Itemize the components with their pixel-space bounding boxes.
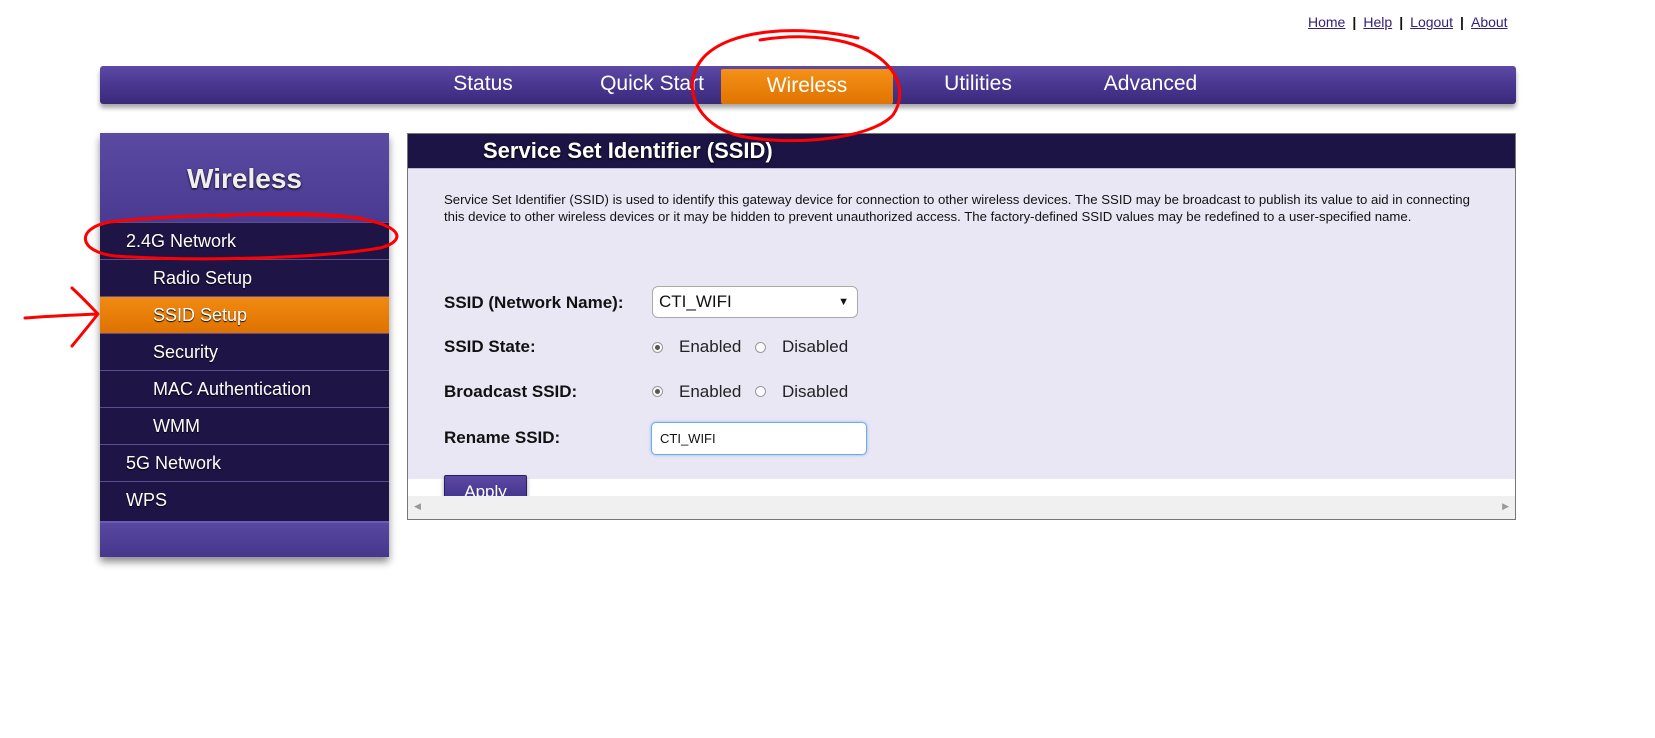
sidebar-item-2-4g-network[interactable]: 2.4G Network (100, 222, 389, 259)
ssid-label: SSID (Network Name): (444, 293, 624, 312)
main-nav: Status Quick Start Wireless Utilities Ad… (100, 66, 1516, 104)
tab-status[interactable]: Status (400, 66, 566, 104)
sidebar-item-wmm[interactable]: WMM (100, 407, 389, 444)
ssid-setup-arrow-annotation (23, 286, 100, 348)
rename-ssid-label: Rename SSID: (444, 428, 561, 447)
separator: | (1460, 14, 1464, 30)
ssid-state-disabled-label: Disabled (782, 337, 849, 356)
ssid-state-disabled-radio[interactable] (755, 342, 766, 353)
panel-title: Service Set Identifier (SSID) (408, 134, 1515, 168)
logout-link[interactable]: Logout (1410, 14, 1453, 30)
sidebar-footer (100, 521, 389, 557)
horizontal-scrollbar[interactable]: ◀ ▶ (408, 496, 1515, 519)
about-link[interactable]: About (1471, 14, 1508, 30)
scroll-left-icon[interactable]: ◀ (414, 501, 421, 512)
rename-ssid-input[interactable]: CTI_WIFI (651, 422, 867, 455)
sidebar-item-mac-authentication[interactable]: MAC Authentication (100, 370, 389, 407)
sidebar-item-ssid-setup[interactable]: SSID Setup (100, 296, 389, 333)
dropdown-arrow-icon: ▼ (838, 296, 849, 308)
top-links: Home | Help | Logout | About (1308, 14, 1508, 30)
broadcast-enabled-radio[interactable] (652, 386, 663, 397)
separator: | (1352, 14, 1357, 30)
ssid-state-enabled-radio[interactable] (652, 342, 663, 353)
help-link[interactable]: Help (1363, 14, 1392, 30)
broadcast-disabled-label: Disabled (782, 382, 849, 401)
content-panel: Service Set Identifier (SSID) Service Se… (407, 133, 1516, 520)
ssid-description: Service Set Identifier (SSID) is used to… (444, 192, 1470, 224)
broadcast-enabled-label: Enabled (679, 382, 742, 401)
broadcast-ssid-label: Broadcast SSID: (444, 382, 578, 401)
ssid-state-enabled-label: Enabled (679, 337, 742, 356)
home-link[interactable]: Home (1308, 14, 1345, 30)
sidebar-item-security[interactable]: Security (100, 333, 389, 370)
sidebar: Wireless 2.4G Network Radio Setup SSID S… (100, 133, 389, 557)
ssid-select[interactable]: CTI_WIFI ▼ (652, 286, 858, 318)
sidebar-item-radio-setup[interactable]: Radio Setup (100, 259, 389, 296)
sidebar-item-wps[interactable]: WPS (100, 481, 389, 518)
tab-quick-start[interactable]: Quick Start (566, 66, 738, 104)
ssid-select-value: CTI_WIFI (659, 292, 732, 311)
separator: | (1399, 14, 1404, 30)
tab-advanced[interactable]: Advanced (1063, 66, 1238, 104)
scroll-right-icon[interactable]: ▶ (1502, 501, 1509, 512)
panel-body: Service Set Identifier (SSID) is used to… (408, 168, 1515, 509)
sidebar-title: Wireless (100, 133, 389, 222)
sidebar-item-5g-network[interactable]: 5G Network (100, 444, 389, 481)
tab-utilities[interactable]: Utilities (893, 66, 1063, 104)
ssid-state-label: SSID State: (444, 337, 536, 356)
broadcast-disabled-radio[interactable] (755, 386, 766, 397)
tab-wireless[interactable]: Wireless (721, 69, 893, 104)
